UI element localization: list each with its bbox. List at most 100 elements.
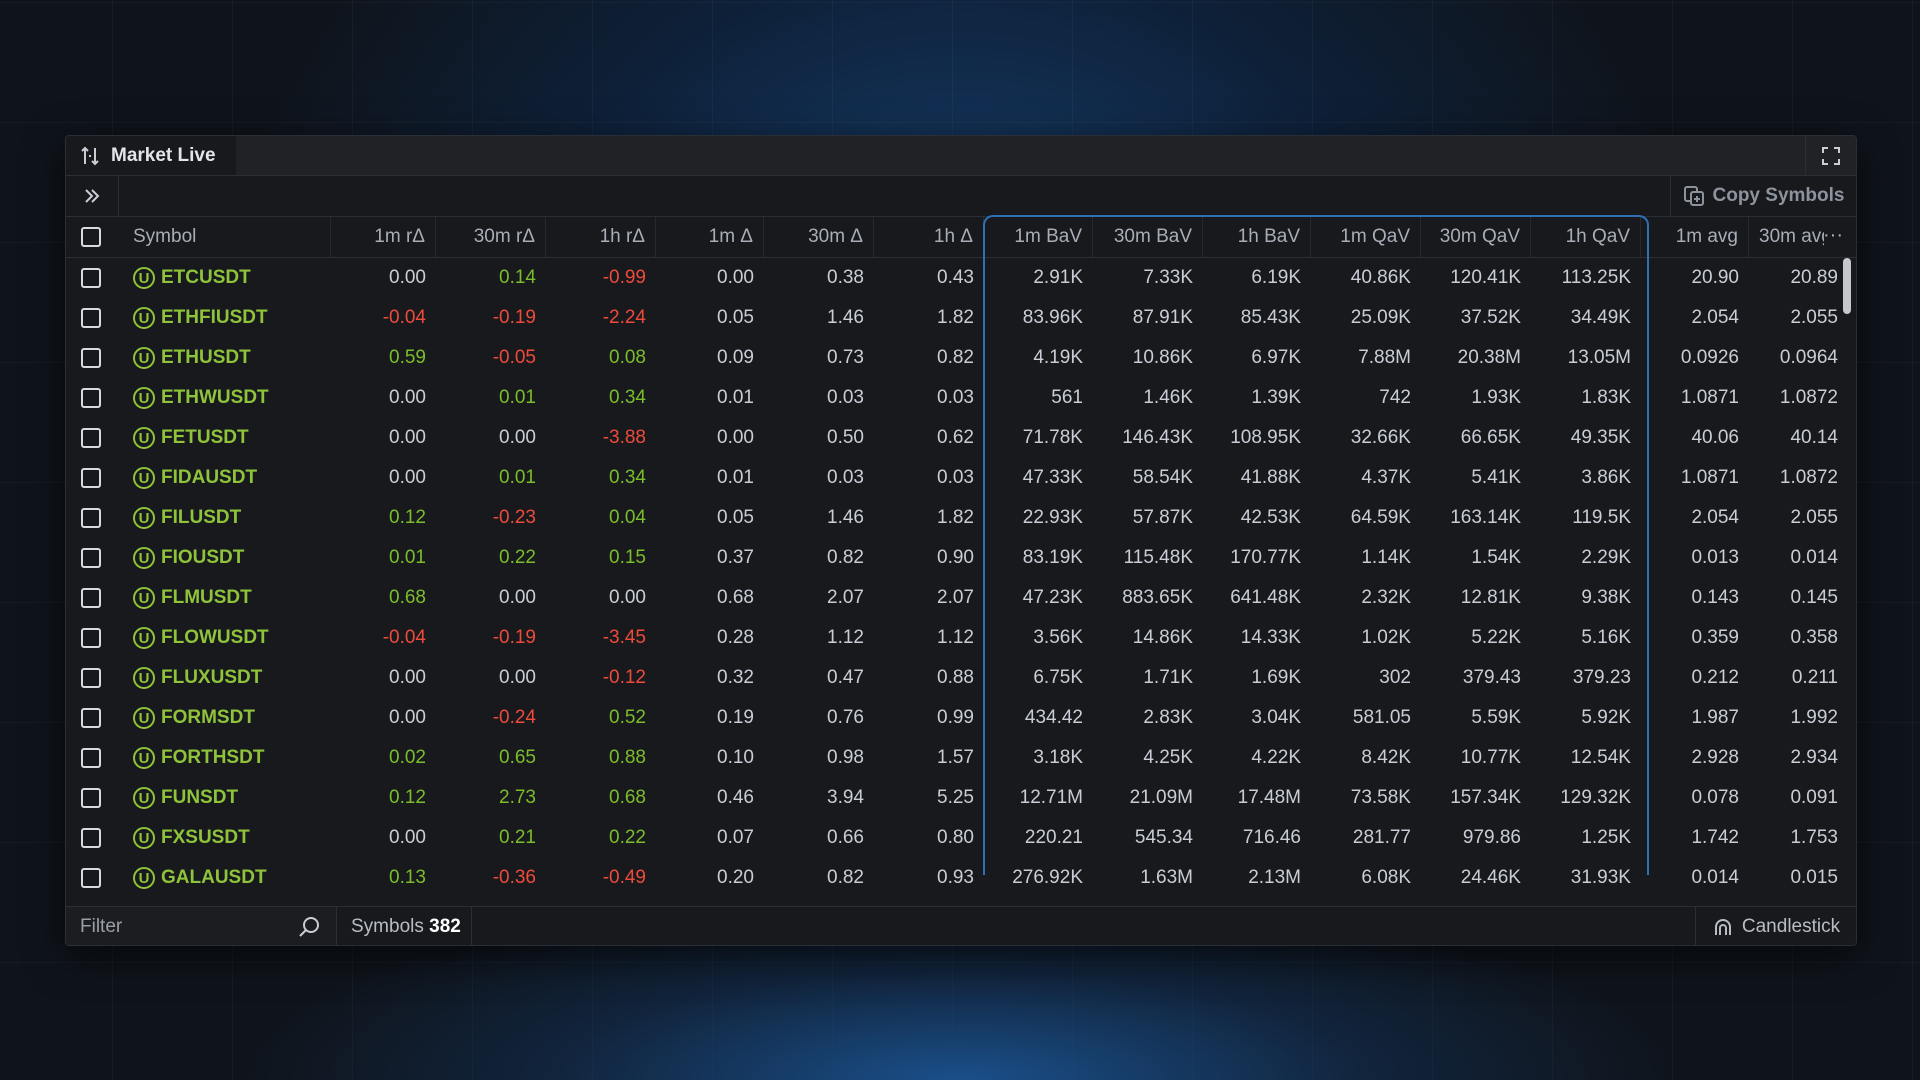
table-row[interactable]: U FLUXUSDT 0.00 0.00 -0.12 0.32 0.47 0.88 6.75K 1… — [66, 658, 1856, 698]
column-header[interactable]: 1h QaV — [1531, 217, 1641, 257]
column-header[interactable]: 30m avg — [1749, 217, 1824, 257]
select-all-checkbox[interactable] — [81, 227, 101, 247]
column-header[interactable]: 30m BaV — [1093, 217, 1203, 257]
value-cell: 2.054 — [1691, 307, 1739, 328]
value-cell: 4.19K — [1033, 347, 1083, 368]
column-header[interactable]: 1h Δ — [874, 217, 984, 257]
table-row[interactable]: U FORMSDT 0.00 -0.24 0.52 0.19 0.76 0.99 434.42 2… — [66, 698, 1856, 738]
table-row[interactable]: U FLMUSDT 0.68 0.00 0.00 0.68 2.07 2.07 47.23K 88… — [66, 578, 1856, 618]
column-header[interactable]: 30m QaV — [1421, 217, 1531, 257]
table-row[interactable]: U GALAUSDT 0.13 -0.36 -0.49 0.20 0.82 0.93 276.9… — [66, 858, 1856, 898]
row-checkbox[interactable] — [81, 628, 101, 648]
table-row[interactable]: U FETUSDT 0.00 0.00 -3.88 0.00 0.50 0.62 71.78K 1… — [66, 418, 1856, 458]
value-cell: 0.88 — [937, 667, 974, 688]
value-cell: -0.49 — [602, 867, 646, 888]
value-cell: 3.86K — [1581, 467, 1631, 488]
table-row[interactable]: U ETHUSDT 0.59 -0.05 0.08 0.09 0.73 0.82 4.19K 10… — [66, 338, 1856, 378]
search-icon[interactable] — [298, 915, 322, 939]
value-cell: 163.14K — [1450, 507, 1521, 528]
table-row[interactable]: U FILUSDT 0.12 -0.23 0.04 0.05 1.46 1.82 22.93K 5… — [66, 498, 1856, 538]
table-row[interactable]: U FXSUSDT 0.00 0.21 0.22 0.07 0.66 0.80 220.21 54… — [66, 818, 1856, 858]
column-header[interactable]: 30m rΔ — [436, 217, 546, 257]
value-cell: 31.93K — [1570, 867, 1631, 888]
value-cell: 0.46 — [717, 787, 754, 808]
expand-sidebar-button[interactable] — [66, 176, 119, 216]
table-row[interactable]: U FUNSDT 0.12 2.73 0.68 0.46 3.94 5.25 12.71M 21.… — [66, 778, 1856, 818]
value-cell: 14.33K — [1240, 627, 1301, 648]
row-checkbox[interactable] — [81, 828, 101, 848]
row-checkbox[interactable] — [81, 308, 101, 328]
value-cell: 1.0871 — [1680, 467, 1739, 488]
column-header[interactable]: 1h BaV — [1203, 217, 1311, 257]
row-checkbox[interactable] — [81, 868, 101, 888]
symbol-cell[interactable]: U FIDAUSDT — [133, 458, 257, 498]
symbol-name: ETHFIUSDT — [161, 307, 268, 328]
value-cell: 0.59 — [389, 347, 426, 368]
value-cell: 0.62 — [937, 427, 974, 448]
table-row[interactable]: U FLOWUSDT -0.04 -0.19 -3.45 0.28 1.12 1.12 3.56… — [66, 618, 1856, 658]
symbol-cell[interactable]: U ETCUSDT — [133, 258, 251, 298]
symbol-cell[interactable]: U ETHWUSDT — [133, 378, 269, 418]
row-checkbox[interactable] — [81, 588, 101, 608]
row-checkbox[interactable] — [81, 548, 101, 568]
value-cell: 87.91K — [1132, 307, 1193, 328]
column-header[interactable]: 30m Δ — [764, 217, 874, 257]
table-row[interactable]: U FIDAUSDT 0.00 0.01 0.34 0.01 0.03 0.03 47.33K 5… — [66, 458, 1856, 498]
row-checkbox[interactable] — [81, 788, 101, 808]
value-cell: 0.00 — [717, 267, 754, 288]
value-cell: 0.212 — [1691, 667, 1739, 688]
table-row[interactable]: U ETHWUSDT 0.00 0.01 0.34 0.01 0.03 0.03 561 1.46… — [66, 378, 1856, 418]
row-checkbox[interactable] — [81, 508, 101, 528]
copy-symbols-button[interactable]: Copy Symbols — [1670, 176, 1856, 216]
symbol-cell[interactable]: U ETHUSDT — [133, 338, 251, 378]
row-checkbox[interactable] — [81, 468, 101, 488]
symbol-name: FORMSDT — [161, 707, 255, 728]
symbol-cell[interactable]: U ETHFIUSDT — [133, 298, 268, 338]
vertical-scrollbar[interactable] — [1843, 258, 1851, 314]
value-cell: 0.38 — [827, 267, 864, 288]
symbol-cell[interactable]: U GALAUSDT — [133, 858, 267, 898]
column-options-button[interactable]: ··· — [1818, 217, 1848, 257]
usdt-badge-icon: U — [133, 667, 155, 689]
symbol-cell[interactable]: U FXSUSDT — [133, 818, 250, 858]
row-checkbox[interactable] — [81, 268, 101, 288]
usdt-badge-icon: U — [133, 707, 155, 729]
candlestick-button[interactable]: Candlestick — [1695, 907, 1856, 945]
value-cell: 2.29K — [1581, 547, 1631, 568]
row-checkbox[interactable] — [81, 388, 101, 408]
column-header[interactable]: 1h rΔ — [546, 217, 656, 257]
symbol-cell[interactable]: U FORMSDT — [133, 698, 255, 738]
value-cell: 32.66K — [1350, 427, 1411, 448]
tab-market-live[interactable]: Market Live — [66, 136, 236, 175]
table-row[interactable]: U FIOUSDT 0.01 0.22 0.15 0.37 0.82 0.90 83.19K 11… — [66, 538, 1856, 578]
column-header[interactable]: 1m rΔ — [331, 217, 436, 257]
symbol-cell[interactable]: U FILUSDT — [133, 498, 241, 538]
symbol-cell[interactable]: U FIOUSDT — [133, 538, 244, 578]
row-checkbox[interactable] — [81, 748, 101, 768]
row-checkbox[interactable] — [81, 668, 101, 688]
symbol-cell[interactable]: U FLMUSDT — [133, 578, 252, 618]
column-header[interactable]: 1m BaV — [984, 217, 1093, 257]
table-row[interactable]: U FORTHSDT 0.02 0.65 0.88 0.10 0.98 1.57 3.18K 4.… — [66, 738, 1856, 778]
fullscreen-button[interactable] — [1805, 136, 1856, 175]
symbol-name: FIOUSDT — [161, 547, 245, 568]
value-cell: 434.42 — [1024, 707, 1083, 728]
table-row[interactable]: U ETCUSDT 0.00 0.14 -0.99 0.00 0.38 0.43 2.91K 7.… — [66, 258, 1856, 298]
symbol-cell[interactable]: U FLOWUSDT — [133, 618, 269, 658]
column-header[interactable]: 1m avg — [1641, 217, 1749, 257]
column-header[interactable]: 1m QaV — [1311, 217, 1421, 257]
value-cell: 0.37 — [717, 547, 754, 568]
value-cell: 10.86K — [1132, 347, 1193, 368]
symbol-cell[interactable]: U FORTHSDT — [133, 738, 264, 778]
column-header[interactable]: 1m Δ — [656, 217, 764, 257]
filter-input[interactable] — [78, 913, 282, 941]
row-checkbox[interactable] — [81, 708, 101, 728]
value-cell: 0.12 — [389, 507, 426, 528]
symbol-cell[interactable]: U FETUSDT — [133, 418, 249, 458]
column-header[interactable]: Symbol — [133, 217, 331, 257]
symbol-cell[interactable]: U FUNSDT — [133, 778, 238, 818]
row-checkbox[interactable] — [81, 428, 101, 448]
row-checkbox[interactable] — [81, 348, 101, 368]
table-row[interactable]: U ETHFIUSDT -0.04 -0.19 -2.24 0.05 1.46 1.82 83.… — [66, 298, 1856, 338]
symbol-cell[interactable]: U FLUXUSDT — [133, 658, 262, 698]
